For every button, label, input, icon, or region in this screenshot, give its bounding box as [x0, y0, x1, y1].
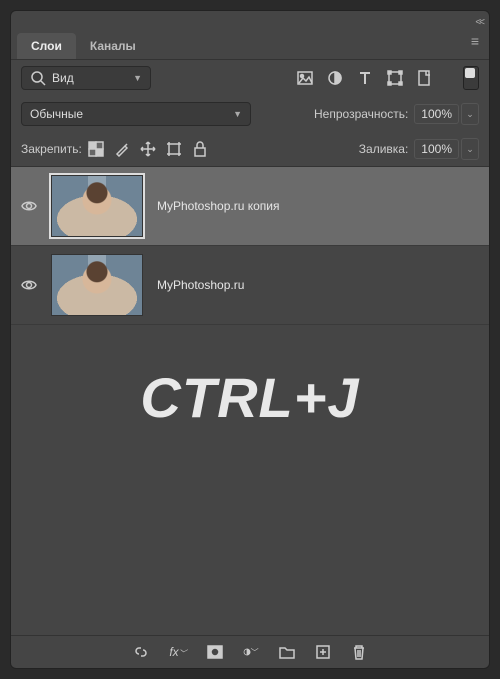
fill-value[interactable]: 100% [414, 139, 459, 159]
lock-transparent-icon[interactable] [88, 141, 104, 157]
layer-filter-select[interactable]: Вид ▼ [21, 66, 151, 90]
mask-icon[interactable] [207, 644, 223, 660]
layer-name[interactable]: MyPhotoshop.ru копия [157, 199, 279, 213]
layer-thumbnail[interactable] [51, 254, 143, 316]
opacity-label: Непрозрачность: [314, 107, 408, 121]
chevron-down-icon: ▼ [133, 73, 142, 83]
filter-smart-icon[interactable] [417, 70, 433, 86]
overlay-shortcut-text: CTRL+J [11, 325, 489, 430]
panel-tabs: Слои Каналы ≡ [11, 33, 489, 60]
visibility-icon[interactable] [21, 277, 37, 293]
blend-mode-value: Обычные [30, 107, 83, 121]
adjustment-icon[interactable]: ﹀ [243, 644, 259, 660]
filter-adjust-icon[interactable] [327, 70, 343, 86]
lock-all-icon[interactable] [192, 141, 208, 157]
new-layer-icon[interactable] [315, 644, 331, 660]
filter-image-icon[interactable] [297, 70, 313, 86]
filter-label: Вид [52, 71, 74, 85]
layer-row[interactable]: MyPhotoshop.ru [11, 246, 489, 325]
group-icon[interactable] [279, 644, 295, 660]
layers-list: MyPhotoshop.ru копия MyPhotoshop.ru [11, 167, 489, 325]
lock-label: Закрепить: [21, 142, 82, 156]
lock-artboard-icon[interactable] [166, 141, 182, 157]
filter-toggle[interactable] [463, 66, 479, 90]
fill-chevron-icon[interactable]: ⌄ [461, 138, 479, 160]
visibility-icon[interactable] [21, 198, 37, 214]
layers-bottom-toolbar: fx﹀ ﹀ [11, 635, 489, 668]
link-layers-icon[interactable] [133, 644, 149, 660]
lock-pixels-icon[interactable] [114, 141, 130, 157]
blend-mode-select[interactable]: Обычные ▼ [21, 102, 251, 126]
trash-icon[interactable] [351, 644, 367, 660]
opacity-chevron-icon[interactable]: ⌄ [461, 103, 479, 125]
lock-position-icon[interactable] [140, 141, 156, 157]
tab-layers[interactable]: Слои [17, 33, 76, 59]
panel-collapse-icon[interactable]: << [475, 17, 483, 28]
layer-name[interactable]: MyPhotoshop.ru [157, 278, 244, 292]
fx-icon[interactable]: fx﹀ [169, 645, 186, 659]
opacity-value[interactable]: 100% [414, 104, 459, 124]
search-icon [30, 70, 46, 86]
chevron-down-icon: ▼ [233, 109, 242, 119]
fill-label: Заливка: [359, 142, 409, 156]
filter-text-icon[interactable] [357, 70, 373, 86]
tab-channels[interactable]: Каналы [76, 33, 150, 59]
filter-shape-icon[interactable] [387, 70, 403, 86]
layer-row[interactable]: MyPhotoshop.ru копия [11, 167, 489, 246]
layers-panel: << Слои Каналы ≡ Вид ▼ [10, 10, 490, 669]
layer-thumbnail[interactable] [51, 175, 143, 237]
panel-menu-icon[interactable]: ≡ [467, 33, 483, 49]
